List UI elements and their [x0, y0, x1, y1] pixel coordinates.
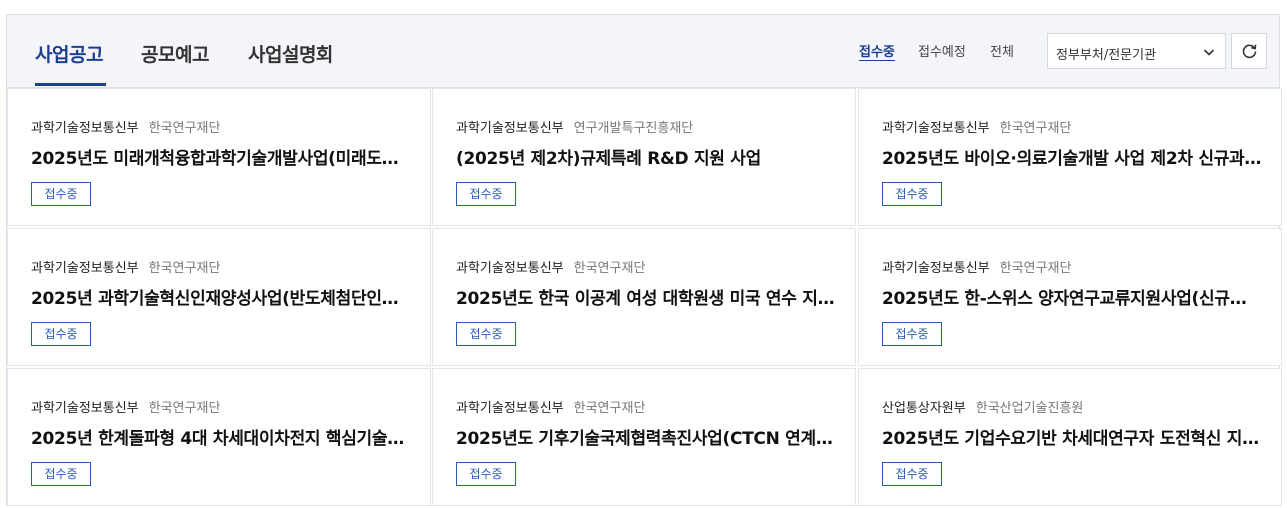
card-title[interactable]: 2025년도 미래개척융합과학기술개발사업(미래도전 분야) 신규과제 공모: [31, 144, 411, 169]
select-value: 정부부처/전문기관: [1056, 48, 1157, 63]
status-badge: 접수중: [882, 462, 942, 486]
announcement-card[interactable]: 과학기술정보통신부 한국연구재단 2025년도 한국 이공계 여성 대학원생 미국…: [432, 228, 856, 366]
card-title[interactable]: 2025년도 한국 이공계 여성 대학원생 미국 연수 지원사업 공고: [456, 284, 836, 309]
card-title[interactable]: 2025년 과학기술혁신인재양성사업(반도체첨단인재) 신규과제 공모: [31, 284, 411, 309]
card-title[interactable]: 2025년도 기후기술국제협력촉진사업(CTCN 연계) 신규과제 공모: [456, 424, 836, 449]
status-badge: 접수중: [456, 182, 516, 206]
card-title[interactable]: 2025년도 기업수요기반 차세대연구자 도전혁신 지원사업 공고: [882, 424, 1262, 449]
announcement-card[interactable]: 과학기술정보통신부 한국연구재단 2025년도 한-스위스 양자연구교류지원사업(…: [858, 228, 1282, 366]
card-ministry: 과학기술정보통신부: [456, 261, 564, 276]
card-title[interactable]: (2025년 제2차)규제특례 R&D 지원 사업: [456, 144, 836, 169]
announcement-card[interactable]: 산업통상자원부 한국산업기술진흥원 2025년도 기업수요기반 차세대연구자 도전…: [858, 368, 1282, 506]
tab-business-announcement[interactable]: 사업공고: [35, 40, 103, 67]
panel-header: 사업공고 공모예고 사업설명회 접수중 접수예정 전체 정부부처/전문기관: [7, 15, 1279, 88]
card-agency: 한국연구재단: [573, 261, 646, 276]
status-badge: 접수중: [456, 462, 516, 486]
card-ministry: 과학기술정보통신부: [456, 121, 564, 136]
card-agency: 한국연구재단: [999, 121, 1072, 136]
tab-business-briefing[interactable]: 사업설명회: [248, 40, 333, 67]
card-ministry: 과학기술정보통신부: [456, 401, 564, 416]
filter-scheduled[interactable]: 접수예정: [918, 41, 966, 60]
status-badge: 접수중: [882, 182, 942, 206]
filter-all[interactable]: 전체: [990, 41, 1014, 60]
announcement-card[interactable]: 과학기술정보통신부 한국연구재단 2025년 과학기술혁신인재양성사업(반도체첨단…: [7, 228, 431, 366]
announcement-panel: 사업공고 공모예고 사업설명회 접수중 접수예정 전체 정부부처/전문기관 과학…: [6, 14, 1282, 506]
tab-contest-preview[interactable]: 공모예고: [141, 40, 209, 67]
card-agency: 한국연구재단: [148, 121, 221, 136]
card-agency: 한국연구재단: [573, 401, 646, 416]
card-agency: 연구개발특구진흥재단: [573, 121, 694, 136]
status-badge: 접수중: [882, 322, 942, 346]
announcement-card[interactable]: 과학기술정보통신부 한국연구재단 2025년도 기후기술국제협력촉진사업(CTCN…: [432, 368, 856, 506]
card-ministry: 과학기술정보통신부: [882, 261, 990, 276]
card-agency: 한국연구재단: [999, 261, 1072, 276]
filter-receiving[interactable]: 접수중: [859, 41, 895, 60]
active-tab-indicator: [35, 83, 106, 86]
card-ministry: 과학기술정보통신부: [31, 401, 139, 416]
refresh-icon: [1242, 44, 1257, 59]
announcement-card[interactable]: 과학기술정보통신부 한국연구재단 2025년도 미래개척융합과학기술개발사업(미래…: [7, 88, 431, 226]
card-ministry: 산업통상자원부: [882, 401, 966, 416]
card-title[interactable]: 2025년도 한-스위스 양자연구교류지원사업(신규과제) 공모: [882, 284, 1262, 309]
card-ministry: 과학기술정보통신부: [31, 121, 139, 136]
status-badge: 접수중: [31, 182, 91, 206]
card-title[interactable]: 2025년도 바이오·의료기술개발 사업 제2차 신규과제 공모: [882, 144, 1262, 169]
announcement-card[interactable]: 과학기술정보통신부 한국연구재단 2025년 한계돌파형 4대 차세대이차전지 핵…: [7, 368, 431, 506]
card-ministry: 과학기술정보통신부: [882, 121, 990, 136]
card-agency: 한국산업기술진흥원: [975, 401, 1084, 416]
card-agency: 한국연구재단: [148, 261, 221, 276]
status-badge: 접수중: [456, 322, 516, 346]
card-agency: 한국연구재단: [148, 401, 221, 416]
status-badge: 접수중: [31, 462, 91, 486]
status-badge: 접수중: [31, 322, 91, 346]
refresh-button[interactable]: [1231, 33, 1267, 69]
card-title[interactable]: 2025년 한계돌파형 4대 차세대이차전지 핵심기술개발 신규과제 공모: [31, 424, 411, 449]
announcement-card[interactable]: 과학기술정보통신부 한국연구재단 2025년도 바이오·의료기술개발 사업 제2차…: [858, 88, 1282, 226]
announcement-card[interactable]: 과학기술정보통신부 연구개발특구진흥재단 (2025년 제2차)규제특례 R&D …: [432, 88, 856, 226]
chevron-down-icon: [1203, 49, 1215, 56]
ministry-agency-select[interactable]: 정부부처/전문기관: [1047, 33, 1226, 69]
card-ministry: 과학기술정보통신부: [31, 261, 139, 276]
